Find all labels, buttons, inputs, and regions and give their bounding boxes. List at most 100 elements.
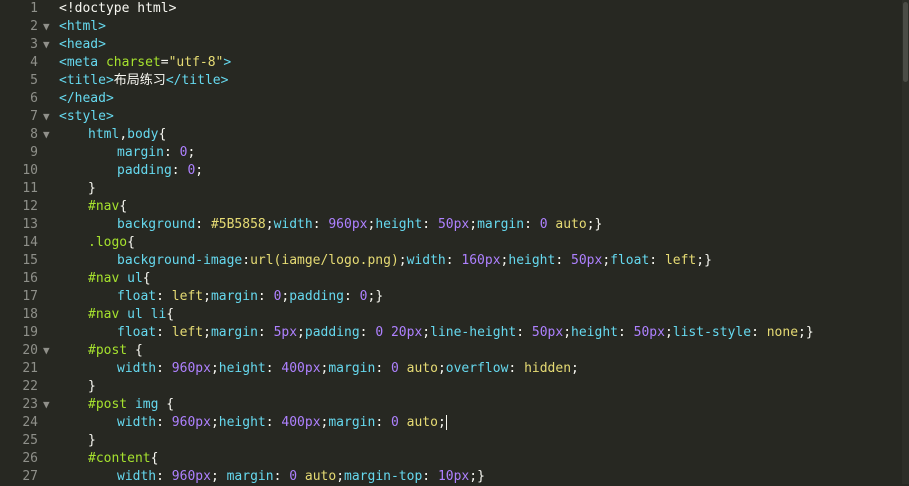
code-token: body bbox=[127, 127, 159, 142]
code-token: margin bbox=[226, 469, 274, 484]
line-number: 6 bbox=[30, 91, 38, 106]
code-editor[interactable]: 1 <!doctype html> 2 ▼ <html> 3 ▼ <head> 4 <meta c… bbox=[0, 0, 909, 484]
code-line[interactable]: 1 <!doctype html> bbox=[0, 0, 900, 18]
vertical-scrollbar[interactable] bbox=[902, 0, 909, 484]
code-token: ; bbox=[203, 325, 211, 340]
code-token: 400px bbox=[281, 415, 321, 430]
code-token: 50px bbox=[531, 325, 564, 340]
line-number: 25 bbox=[22, 433, 38, 448]
code-token: <style> bbox=[59, 109, 114, 124]
code-token: 0 bbox=[289, 469, 298, 484]
code-token: margin bbox=[210, 325, 258, 340]
code-line[interactable]: 21 width: 960px;height: 400px;margin: 0 a… bbox=[0, 360, 900, 378]
code-line[interactable]: 14 .logo{ bbox=[0, 234, 900, 252]
triangle-down-icon[interactable]: ▼ bbox=[43, 36, 55, 54]
code-token: height bbox=[218, 361, 266, 376]
code-token: margin bbox=[477, 217, 525, 232]
code-token: background-image bbox=[117, 253, 243, 268]
code-line[interactable]: 9 margin: 0; bbox=[0, 144, 900, 162]
code-line[interactable]: 4 <meta charset="utf-8"> bbox=[0, 54, 900, 72]
code-line[interactable]: 5 <title>布局练习</title> bbox=[0, 72, 900, 90]
code-token: ; bbox=[265, 217, 274, 232]
code-token: left bbox=[171, 325, 204, 340]
code-token: #post bbox=[88, 343, 135, 358]
code-text: background: #5B5858;width: 960px;height:… bbox=[59, 216, 602, 234]
code-text: padding: 0; bbox=[59, 162, 203, 180]
code-token: : bbox=[617, 325, 634, 340]
triangle-down-icon[interactable]: ▼ bbox=[43, 108, 55, 126]
code-line[interactable]: 19 float: left;margin: 5px;padding: 0 20p… bbox=[0, 324, 900, 342]
code-token: : bbox=[156, 469, 172, 484]
code-line[interactable]: 10 padding: 0; bbox=[0, 162, 900, 180]
line-number: 2 bbox=[30, 19, 38, 34]
code-token: ; bbox=[602, 253, 611, 268]
code-token: { bbox=[158, 397, 175, 412]
code-line[interactable]: 3 ▼ <head> bbox=[0, 36, 900, 54]
code-line[interactable]: 13 background: #5B5858;width: 960px;heigh… bbox=[0, 216, 900, 234]
code-token: : bbox=[555, 253, 571, 268]
code-text: } bbox=[59, 180, 96, 198]
code-token: ;} bbox=[798, 325, 814, 340]
triangle-down-icon[interactable]: ▼ bbox=[43, 18, 55, 36]
code-token: : bbox=[524, 217, 540, 232]
code-line[interactable]: 7 ▼ <style> bbox=[0, 108, 900, 126]
code-token: ; bbox=[664, 325, 673, 340]
code-token: ;} bbox=[367, 289, 384, 304]
triangle-down-icon[interactable]: ▼ bbox=[43, 126, 55, 144]
code-token: ; bbox=[210, 469, 227, 484]
code-token: <!doctype html> bbox=[59, 1, 177, 16]
code-line[interactable]: 27 width: 960px; margin: 0 auto;margin-to… bbox=[0, 468, 900, 486]
code-token: .logo bbox=[88, 235, 128, 250]
line-number: 1 bbox=[30, 1, 38, 16]
code-line[interactable]: 11} bbox=[0, 180, 900, 198]
triangle-down-icon[interactable]: ▼ bbox=[43, 396, 55, 414]
code-line[interactable]: 16 #nav ul{ bbox=[0, 270, 900, 288]
code-token: 10px bbox=[437, 469, 470, 484]
code-token: ; bbox=[563, 325, 572, 340]
code-token: url bbox=[250, 253, 274, 268]
code-token: padding bbox=[117, 163, 172, 178]
code-token: { bbox=[134, 343, 143, 358]
line-number: 16 bbox=[22, 271, 38, 286]
code-text: <html> bbox=[59, 18, 106, 36]
code-token: #nav bbox=[88, 271, 128, 286]
code-token: ; bbox=[571, 361, 579, 376]
code-token: 160px bbox=[461, 253, 501, 268]
scrollbar-thumb[interactable] bbox=[903, 2, 908, 82]
code-line[interactable]: 25} bbox=[0, 432, 900, 450]
code-line[interactable]: 6 </head> bbox=[0, 90, 900, 108]
code-token: { bbox=[158, 127, 167, 142]
code-line[interactable]: 12 #nav{ bbox=[0, 198, 900, 216]
code-token: 50px bbox=[571, 253, 603, 268]
code-text: margin: 0; bbox=[59, 144, 195, 162]
code-token: ; bbox=[210, 415, 219, 430]
code-token: : bbox=[156, 361, 172, 376]
code-token: 50px bbox=[437, 217, 470, 232]
code-line[interactable]: 18 #nav ul li{ bbox=[0, 306, 900, 324]
code-token: <html> bbox=[59, 19, 106, 34]
code-line[interactable]: 17 float: left;margin: 0;padding: 0;} bbox=[0, 288, 900, 306]
code-line[interactable]: 20 ▼ #post { bbox=[0, 342, 900, 360]
code-line[interactable]: 24 width: 960px;height: 400px;margin: 0 a… bbox=[0, 414, 900, 432]
code-line[interactable]: 22} bbox=[0, 378, 900, 396]
code-line[interactable]: 8 ▼ html,body{ bbox=[0, 126, 900, 144]
line-number: 22 bbox=[22, 379, 38, 394]
code-token: ; bbox=[437, 415, 446, 430]
line-number: 3 bbox=[30, 37, 38, 52]
code-token: { bbox=[127, 235, 135, 250]
code-token: ; bbox=[195, 163, 204, 178]
code-token: 0 bbox=[390, 415, 399, 430]
code-token: </title> bbox=[165, 73, 229, 88]
code-line[interactable]: 23 ▼ #post img { bbox=[0, 396, 900, 414]
triangle-down-icon[interactable]: ▼ bbox=[43, 342, 55, 360]
code-line[interactable]: 2 ▼ <html> bbox=[0, 18, 900, 36]
code-token: ; bbox=[210, 361, 219, 376]
code-line[interactable]: 26 #content{ bbox=[0, 450, 900, 468]
code-text: width: 960px;height: 400px;margin: 0 aut… bbox=[59, 360, 579, 378]
code-token: #nav bbox=[88, 199, 120, 214]
line-number: 17 bbox=[22, 289, 38, 304]
code-line[interactable]: 15 background-image:url(iamge/logo.png);w… bbox=[0, 252, 900, 270]
line-number: 10 bbox=[22, 163, 38, 178]
code-token: 50px bbox=[633, 325, 665, 340]
